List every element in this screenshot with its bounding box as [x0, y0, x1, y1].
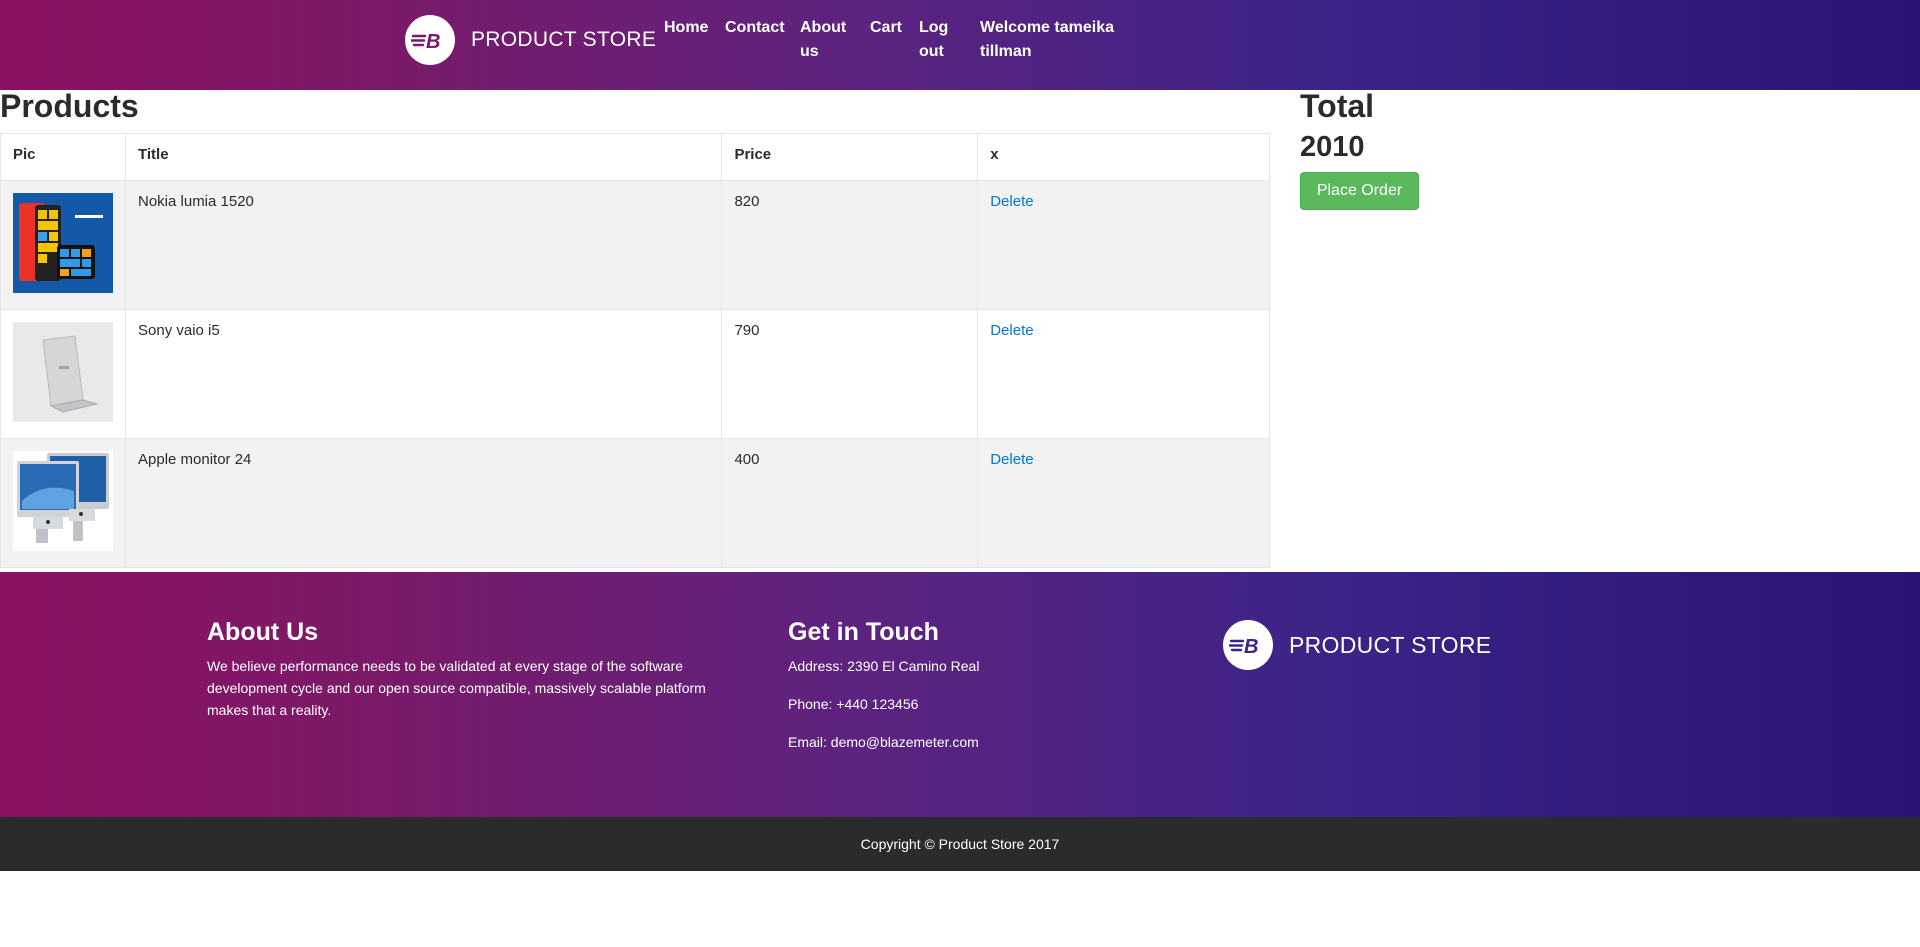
nav-logout-label-line2: out: [919, 43, 944, 60]
place-order-button[interactable]: Place Order: [1300, 172, 1419, 210]
price-cell: 790: [721, 309, 979, 439]
navbar: B PRODUCT STORE Home Contact About us Ca…: [0, 0, 1920, 90]
price-cell: 400: [721, 438, 979, 568]
about-us-heading: About Us: [207, 618, 319, 646]
delete-link[interactable]: Delete: [990, 322, 1033, 339]
total-heading: Total: [1300, 88, 1375, 124]
pic-cell: [0, 309, 126, 439]
get-in-touch-heading: Get in Touch: [788, 618, 939, 646]
welcome-text-line2: tillman: [980, 43, 1032, 60]
footer: About Us We believe performance needs to…: [0, 572, 1920, 817]
nav-logout-label: Log: [919, 19, 949, 36]
delete-link[interactable]: Delete: [990, 193, 1033, 210]
contact-phone: Phone: +440 123456: [788, 696, 919, 712]
action-cell: Delete: [977, 309, 1270, 439]
title-cell: Nokia lumia 1520: [124, 180, 723, 310]
welcome-text-line1: Welcome tameika: [980, 19, 1114, 36]
blazemeter-logo-icon: B: [1223, 620, 1273, 670]
about-us-text-line2: development cycle and our open source co…: [207, 680, 706, 696]
svg-text:B: B: [426, 31, 440, 52]
cart-table: Pic Title Price x Nokia lumia 1520 820 D…: [0, 133, 1270, 568]
brand-name: PRODUCT STORE: [471, 28, 657, 51]
nav-about-us[interactable]: About us: [800, 16, 846, 64]
action-cell: Delete: [977, 180, 1270, 310]
action-cell: Delete: [977, 438, 1270, 568]
nav-home[interactable]: Home: [664, 16, 708, 40]
table-row: Sony vaio i5 790 Delete: [0, 309, 1270, 439]
column-header-x: x: [977, 133, 1270, 181]
total-price: 2010: [1300, 131, 1365, 163]
copyright-text: Copyright © Product Store 2017: [860, 836, 1060, 852]
title-cell: Sony vaio i5: [124, 309, 723, 439]
about-us-text-line3: makes that a reality.: [207, 702, 332, 718]
footer-brand: B PRODUCT STORE: [1223, 620, 1491, 670]
copyright-bar: Copyright © Product Store 2017: [0, 817, 1920, 871]
sony-vaio-laptop-image: [13, 322, 113, 422]
nav-about-label: About: [800, 19, 847, 36]
footer-brand-name: PRODUCT STORE: [1289, 631, 1492, 658]
table-header-row: Pic Title Price x: [0, 133, 1270, 181]
nav-log-out[interactable]: Log out: [919, 16, 948, 64]
contact-email: Email: demo@blazemeter.com: [788, 734, 979, 750]
nav-cart-label: Cart: [870, 19, 903, 36]
apple-monitor-image: [13, 451, 113, 551]
products-heading: Products: [0, 88, 139, 124]
column-header-pic: Pic: [0, 133, 126, 181]
nav-contact-label: Contact: [725, 19, 785, 36]
nav-welcome-user[interactable]: Welcome tameika tillman: [980, 16, 1114, 64]
svg-text:B: B: [1244, 636, 1258, 657]
nav-contact[interactable]: Contact: [725, 16, 785, 40]
price-cell: 820: [721, 180, 979, 310]
blazemeter-logo-icon: B: [405, 15, 455, 65]
nav-about-label-line2: us: [800, 43, 819, 60]
nav-cart[interactable]: Cart: [870, 16, 902, 40]
about-us-text-line1: We believe performance needs to be valid…: [207, 658, 684, 674]
nav-home-label: Home: [664, 19, 709, 36]
column-header-title: Title: [124, 133, 723, 181]
nokia-lumia-phone-image: [13, 193, 113, 293]
title-cell: Apple monitor 24: [124, 438, 723, 568]
table-row: Nokia lumia 1520 820 Delete: [0, 180, 1270, 310]
brand-link[interactable]: B PRODUCT STORE: [405, 15, 656, 65]
table-row: Apple monitor 24 400 Delete: [0, 438, 1270, 568]
contact-address: Address: 2390 El Camino Real: [788, 658, 980, 674]
pic-cell: [0, 180, 126, 310]
column-header-price: Price: [721, 133, 979, 181]
delete-link[interactable]: Delete: [990, 451, 1033, 468]
pic-cell: [0, 438, 126, 568]
